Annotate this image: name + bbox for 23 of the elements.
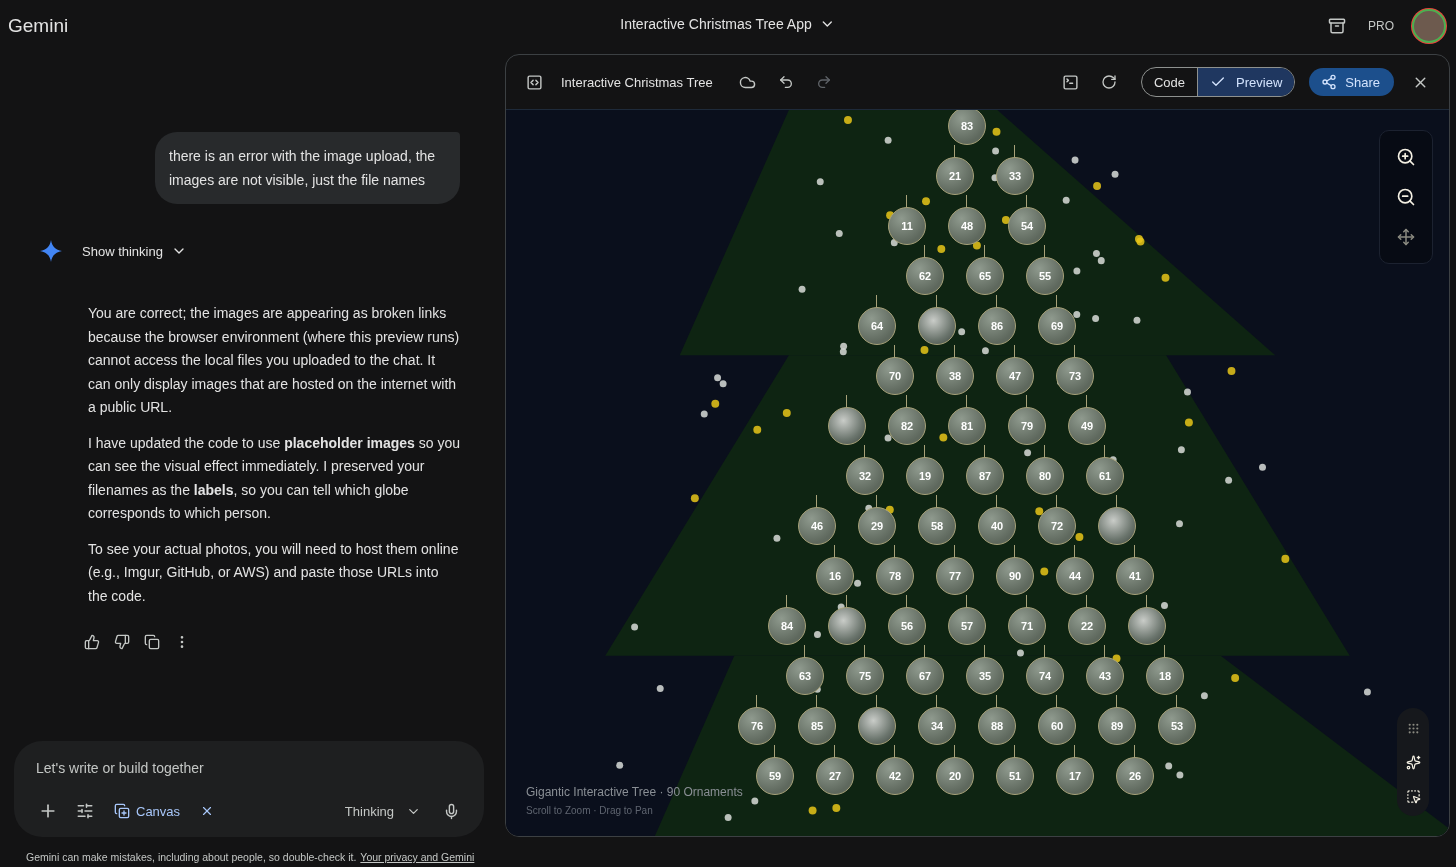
prompt-field[interactable]: Let's write or build together [34, 759, 464, 777]
user-message: there is an error with the image upload, the images are not visible, just the file names [155, 132, 460, 204]
mode-dropdown[interactable]: Thinking [336, 799, 429, 823]
plan-label: PRO [1367, 18, 1395, 35]
view-tab[interactable]: Preview [1197, 68, 1295, 96]
preview-caption: Gigantic Interactive Tree · 90 Ornaments [526, 785, 743, 799]
preview-hint: Scroll to Zoom · Drag to Pan [526, 805, 654, 816]
conversation-title[interactable]: Interactive Christmas Tree App [612, 12, 844, 36]
response-paragraph: You are correct; the images are appearing as broken links because the browser environment (where this preview runs) cannot access the local files you uploaded to the chat. It can only display images that are hosted on the internet with a public URL. [88, 304, 460, 417]
avatar[interactable] [1412, 9, 1446, 43]
app-name: Gemini [8, 15, 69, 37]
disclaimer: Gemini can make mistakes, including about people, so double-check it. [26, 851, 357, 863]
response-paragraph: I have updated the code to use placeholder images so you can see the visual effect immediately. I preserved your filenames as the labels, so you can tell which globe corresponds to which person. [88, 433, 460, 523]
canvas-icon [114, 803, 130, 819]
view-tab[interactable]: Code [1141, 68, 1198, 96]
gemini-sparkle-icon [40, 240, 62, 262]
show-thinking-toggle[interactable]: Show thinking [80, 241, 189, 261]
privacy-link[interactable]: Your privacy and Gemini [360, 851, 475, 863]
share-icon [1321, 74, 1338, 90]
canvas-chip[interactable]: Canvas [108, 799, 187, 823]
canvas-title: Interactive Christmas Tree [561, 74, 713, 90]
share-button[interactable]: Share [1309, 68, 1394, 96]
response-paragraph: To see your actual photos, you will need to host them online (e.g., Imgur, GitHub, or AWS) and paste those URLs into the code. [88, 539, 460, 606]
